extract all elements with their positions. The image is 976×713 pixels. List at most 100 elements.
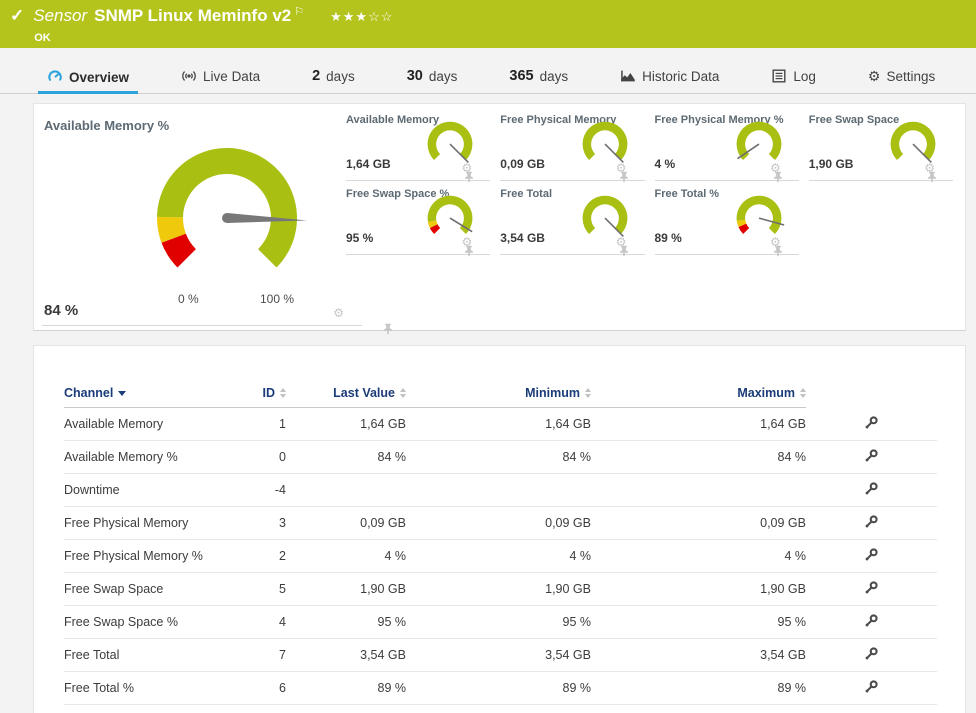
channel-minimum: 84 % bbox=[406, 440, 591, 474]
tab-label: days bbox=[539, 68, 569, 84]
tab-log[interactable]: Log bbox=[762, 68, 825, 93]
pin-icon[interactable] bbox=[348, 307, 393, 335]
edit-channel-settings-icon[interactable] bbox=[864, 415, 879, 430]
gauges-panel: Available Memory % 0 % 100 % 84 % ⚙ Avai… bbox=[33, 103, 966, 335]
tab-label: Settings bbox=[886, 68, 936, 84]
tab-label: Live Data bbox=[203, 68, 261, 84]
edit-channel-settings-icon[interactable] bbox=[864, 580, 879, 595]
edit-channel-settings-icon[interactable] bbox=[864, 646, 879, 661]
sort-arrows-icon bbox=[400, 388, 406, 398]
channel-minimum: 0,09 GB bbox=[406, 506, 591, 540]
sort-arrows-icon bbox=[800, 388, 806, 398]
tab-30-days[interactable]: 30 days bbox=[398, 68, 467, 93]
channel-id: 1 bbox=[229, 407, 286, 441]
channel-row: Available Memory % 0 84 % 84 % 84 % bbox=[64, 440, 937, 474]
primary-gauge bbox=[156, 148, 307, 268]
channel-maximum: 4 % bbox=[591, 539, 806, 573]
channel-minimum: 1,90 GB bbox=[406, 572, 591, 606]
pin-icon[interactable] bbox=[465, 162, 486, 183]
mini-gauge-value: 1,90 GB bbox=[808, 157, 854, 171]
channel-maximum: 3,54 GB bbox=[591, 638, 806, 672]
tab-overview[interactable]: Overview bbox=[38, 69, 139, 94]
channel-row: Free Total % 6 89 % 89 % 89 % bbox=[64, 671, 937, 705]
primary-gauge-cell: Available Memory % 0 % 100 % 84 % ⚙ bbox=[42, 110, 393, 335]
tab-live-data[interactable]: Live Data bbox=[172, 68, 269, 93]
pin-icon[interactable] bbox=[928, 162, 949, 183]
channel-maximum: 1,90 GB bbox=[591, 572, 806, 606]
tab-label: days bbox=[428, 68, 458, 84]
column-label: ID bbox=[262, 386, 276, 400]
channel-row: Free Swap Space % 4 95 % 95 % 95 % bbox=[64, 605, 937, 639]
tab-number: 365 bbox=[509, 68, 534, 84]
channel-maximum: 1,64 GB bbox=[591, 407, 806, 441]
tab-label: Historic Data bbox=[642, 68, 720, 84]
sort-arrows-icon bbox=[585, 388, 591, 398]
sensor-header-banner: ✓ Sensor SNMP Linux Meminfo v2 ⚐ ★★★☆☆ O… bbox=[0, 0, 976, 48]
tab-2-days[interactable]: 2 days bbox=[303, 68, 364, 93]
channel-maximum: 0,09 GB bbox=[591, 506, 806, 540]
pin-icon[interactable] bbox=[465, 236, 486, 257]
mini-gauge-cell: Free Swap Space % 95 % ⚙ bbox=[346, 184, 491, 257]
gear-icon[interactable]: ⚙ bbox=[333, 307, 344, 319]
edit-channel-settings-icon[interactable] bbox=[864, 481, 879, 496]
mini-gauge-cell: Free Total % 89 % ⚙ bbox=[654, 184, 799, 257]
edit-channel-settings-icon[interactable] bbox=[864, 679, 879, 694]
mini-gauge-value: 4 % bbox=[654, 157, 676, 171]
mini-gauge-cell: Free Physical Memory 0,09 GB ⚙ bbox=[500, 110, 645, 183]
channel-id: 3 bbox=[229, 506, 286, 540]
edit-channel-settings-icon[interactable] bbox=[864, 514, 879, 529]
sort-arrows-icon bbox=[118, 390, 127, 396]
channel-last-value bbox=[286, 473, 406, 507]
table-header-row: Channel ID Last Value Minimum Maximum bbox=[64, 386, 937, 408]
sensor-status-text: OK bbox=[34, 32, 51, 44]
column-label: Last Value bbox=[333, 386, 395, 400]
live-data-icon bbox=[181, 68, 197, 84]
column-header-minimum[interactable]: Minimum bbox=[406, 386, 591, 408]
channel-name: Free Total bbox=[64, 638, 229, 672]
channel-last-value: 3,54 GB bbox=[286, 638, 406, 672]
edit-channel-settings-icon[interactable] bbox=[864, 547, 879, 562]
column-header-id[interactable]: ID bbox=[229, 386, 286, 408]
channel-last-value: 95 % bbox=[286, 605, 406, 639]
channel-minimum: 1,64 GB bbox=[406, 407, 591, 441]
channels-panel: Channel ID Last Value Minimum Maximum Availa… bbox=[33, 345, 966, 713]
pin-icon[interactable] bbox=[619, 162, 641, 183]
sort-arrows-icon bbox=[280, 388, 286, 398]
object-kind-label: Sensor bbox=[33, 6, 88, 25]
primary-gauge-value: 84 % bbox=[44, 302, 79, 319]
edit-channel-settings-icon[interactable] bbox=[864, 613, 879, 628]
column-label: Channel bbox=[64, 386, 114, 400]
channel-last-value: 0,09 GB bbox=[286, 506, 406, 540]
sensor-title: SNMP Linux Meminfo v2 bbox=[94, 6, 292, 25]
channel-minimum: 95 % bbox=[406, 605, 591, 639]
column-label: Minimum bbox=[525, 386, 580, 400]
tab-label: days bbox=[326, 68, 355, 84]
channel-id: 0 bbox=[229, 440, 286, 474]
tab-365-days[interactable]: 365 days bbox=[500, 68, 577, 93]
settings-gear-icon: ⚙ bbox=[867, 68, 881, 84]
channel-row: Free Physical Memory 3 0,09 GB 0,09 GB 0… bbox=[64, 506, 937, 540]
gauge-icon bbox=[47, 69, 63, 85]
column-header-last-value[interactable]: Last Value bbox=[286, 386, 406, 408]
historic-data-icon bbox=[620, 68, 636, 84]
channel-row: Available Memory 1 1,64 GB 1,64 GB 1,64 … bbox=[64, 407, 937, 441]
priority-stars[interactable]: ★★★☆☆ bbox=[330, 7, 393, 27]
pin-icon[interactable] bbox=[773, 236, 795, 257]
tab-settings[interactable]: ⚙ Settings bbox=[859, 68, 944, 93]
channel-id: 7 bbox=[229, 638, 286, 672]
tab-number: 30 bbox=[406, 68, 423, 84]
pin-icon[interactable] bbox=[773, 162, 795, 183]
channel-name: Available Memory bbox=[64, 407, 229, 441]
tab-label: Overview bbox=[69, 69, 130, 85]
channel-minimum: 89 % bbox=[406, 671, 591, 705]
channel-name: Downtime bbox=[64, 473, 229, 507]
column-header-maximum[interactable]: Maximum bbox=[591, 386, 806, 408]
tab-historic-data[interactable]: Historic Data bbox=[611, 68, 728, 93]
tab-label: Log bbox=[793, 68, 816, 84]
column-header-channel[interactable]: Channel bbox=[64, 386, 229, 408]
channel-id: -4 bbox=[229, 473, 286, 507]
edit-channel-settings-icon[interactable] bbox=[864, 448, 879, 463]
flag-icon[interactable]: ⚐ bbox=[294, 2, 304, 22]
pin-icon[interactable] bbox=[619, 236, 641, 257]
channels-table: Channel ID Last Value Minimum Maximum Availa… bbox=[64, 386, 937, 705]
